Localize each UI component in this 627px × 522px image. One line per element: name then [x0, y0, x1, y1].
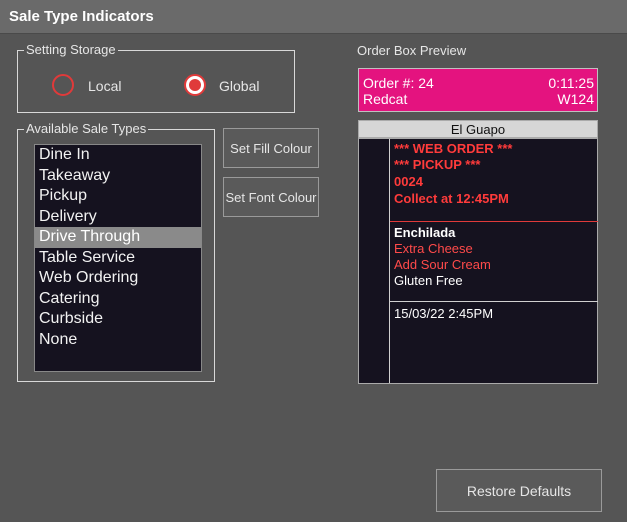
set-font-colour-button[interactable]: Set Font Colour [223, 177, 319, 217]
order-box-preview-label: Order Box Preview [357, 43, 467, 58]
list-item-curbside[interactable]: Curbside [35, 309, 201, 330]
list-item-drive-through[interactable]: Drive Through [35, 227, 201, 248]
order-ticket: *** WEB ORDER *** *** PICKUP *** 0024 Co… [358, 138, 598, 384]
global-radio-label[interactable]: Global [219, 78, 259, 94]
ticket-modifier-2: Add Sour Cream [394, 257, 491, 272]
order-timer: 0:11:25 [548, 75, 594, 91]
sale-types-label: Available Sale Types [24, 121, 149, 137]
title-bar: Sale Type Indicators [0, 0, 627, 34]
list-item-none[interactable]: None [35, 330, 201, 351]
list-item-web-ordering[interactable]: Web Ordering [35, 268, 201, 289]
list-item-pickup[interactable]: Pickup [35, 186, 201, 207]
list-item-takeaway[interactable]: Takeaway [35, 166, 201, 187]
customer-name-bar: El Guapo [358, 120, 598, 138]
ticket-web-order-line: *** WEB ORDER *** [394, 141, 513, 156]
set-fill-colour-button[interactable]: Set Fill Colour [223, 128, 319, 168]
ticket-gutter-line [389, 139, 390, 383]
global-radio[interactable] [184, 74, 206, 96]
setting-storage-label: Setting Storage [24, 42, 118, 58]
list-item-table-service[interactable]: Table Service [35, 248, 201, 269]
ticket-footer-datetime: 15/03/22 2:45PM [394, 306, 494, 321]
window-body: Setting Storage Local Global Available S… [0, 34, 627, 522]
ticket-item-note: Gluten Free [394, 273, 463, 288]
ticket-collect-time: Collect at 12:45PM [394, 191, 509, 206]
restore-defaults-button[interactable]: Restore Defaults [436, 469, 602, 512]
ticket-order-code: 0024 [394, 174, 423, 189]
local-radio-label[interactable]: Local [88, 78, 121, 94]
window-title: Sale Type Indicators [9, 8, 154, 25]
sale-types-list[interactable]: Dine In Takeaway Pickup Delivery Drive T… [34, 144, 202, 372]
ticket-item-name: Enchilada [394, 225, 456, 240]
local-radio[interactable] [52, 74, 74, 96]
ticket-separator-red [390, 221, 598, 222]
list-item-dine-in[interactable]: Dine In [35, 145, 201, 166]
terminal-id: W124 [557, 91, 594, 107]
list-item-delivery[interactable]: Delivery [35, 207, 201, 228]
list-item-catering[interactable]: Catering [35, 289, 201, 310]
order-box-header: Order #: 24 0:11:25 Redcat W124 [358, 68, 598, 112]
ticket-modifier-1: Extra Cheese [394, 241, 473, 256]
store-name: Redcat [363, 91, 408, 107]
ticket-pickup-line: *** PICKUP *** [394, 157, 481, 172]
order-number: Order #: 24 [363, 75, 434, 91]
ticket-separator-white [390, 301, 598, 302]
